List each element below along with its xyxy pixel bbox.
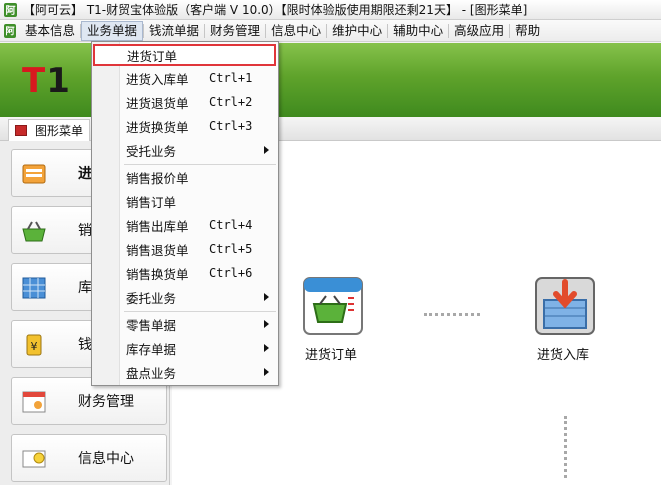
dd-sales-quote[interactable]: 销售报价单 [92, 166, 278, 188]
dd-label: 盘点业务 [126, 365, 177, 381]
dd-shortcut: Ctrl+3 [209, 119, 253, 133]
warehouse-icon [22, 277, 46, 299]
dd-label: 进货退货单 [126, 95, 189, 111]
submenu-arrow-icon [264, 146, 269, 154]
menu-auxiliary[interactable]: 辅助中心 [388, 21, 448, 41]
submenu-arrow-icon [264, 344, 269, 352]
nav-label: 进 [78, 166, 92, 182]
dd-sales-return[interactable]: 销售退货单 Ctrl+5 [92, 238, 278, 260]
dd-shortcut: Ctrl+5 [209, 242, 253, 256]
menu-app-icon[interactable]: 阿 [4, 23, 16, 38]
menu-business-documents[interactable]: 业务单据 [81, 20, 144, 41]
dd-stocktake[interactable]: 盘点业务 [92, 361, 278, 383]
close-tab-icon[interactable] [15, 125, 27, 136]
stock-in-icon[interactable] [534, 274, 596, 336]
flow-label-purchase-order: 进货订单 [305, 348, 358, 363]
title-bar: 阿 【阿可云】 T1-财贸宝体验版（客户端 V 10.0）【限时体验版使用期限还… [0, 0, 661, 20]
submenu-arrow-icon [264, 293, 269, 301]
business-documents-dropdown: 进货订单 进货入库单 Ctrl+1 进货退货单 Ctrl+2 进货换货单 Ctr… [91, 41, 279, 386]
dd-shortcut: Ctrl+4 [209, 218, 253, 232]
menu-cashflow-documents[interactable]: 钱流单据 [144, 21, 204, 41]
dd-label: 销售订单 [126, 194, 177, 210]
nav-label: 钱 [78, 337, 92, 353]
lightbulb-icon [22, 450, 46, 468]
dd-retail-documents[interactable]: 零售单据 [92, 313, 278, 335]
finance-chart-icon [22, 391, 46, 413]
purchase-basket-icon [22, 164, 46, 184]
tab-graphic-menu[interactable]: 图形菜单 [8, 119, 91, 141]
menu-info-center[interactable]: 信息中心 [266, 21, 326, 41]
basket-icon [22, 221, 46, 242]
menu-bar: 阿 基本信息 业务单据 钱流单据 财务管理 信息中心 维护中心 辅助中心 高级应… [0, 20, 661, 42]
dd-label: 进货入库单 [126, 71, 189, 87]
dd-label: 销售换货单 [126, 266, 189, 282]
dd-shortcut: Ctrl+6 [209, 266, 253, 280]
dd-inventory-documents[interactable]: 库存单据 [92, 337, 278, 359]
dd-label: 进货换货单 [126, 119, 189, 135]
menu-maintenance[interactable]: 维护中心 [327, 21, 387, 41]
dd-label: 销售出库单 [126, 218, 189, 234]
dd-label: 进货订单 [127, 48, 178, 64]
nav-label: 财务管理 [78, 394, 134, 410]
dd-sales-exchange[interactable]: 销售换货单 Ctrl+6 [92, 262, 278, 284]
menu-separator [124, 311, 276, 312]
svg-text:¥: ¥ [31, 340, 38, 353]
dd-label: 零售单据 [126, 317, 177, 333]
dd-shortcut: Ctrl+2 [209, 95, 253, 109]
purchase-order-icon[interactable] [302, 274, 364, 336]
flow-label-stock-in: 进货入库 [537, 348, 590, 363]
dd-entrusted-business[interactable]: 委托业务 [92, 286, 278, 308]
menu-basic-info[interactable]: 基本信息 [20, 21, 80, 41]
nav-label: 信息中心 [78, 451, 134, 467]
submenu-arrow-icon [264, 368, 269, 376]
dd-label: 销售报价单 [126, 170, 189, 186]
dd-purchase-return[interactable]: 进货退货单 Ctrl+2 [92, 91, 278, 113]
dd-sales-out[interactable]: 销售出库单 Ctrl+4 [92, 214, 278, 236]
window-title: 【阿可云】 T1-财贸宝体验版（客户端 V 10.0）【限时体验版使用期限还剩2… [23, 3, 528, 17]
product-logo: T1 [22, 61, 71, 101]
dd-sales-order[interactable]: 销售订单 [92, 190, 278, 212]
tab-label: 图形菜单 [35, 124, 84, 138]
menu-help[interactable]: 帮助 [510, 21, 545, 41]
menu-separator [124, 164, 276, 165]
nav-info-center[interactable]: 信息中心 [11, 434, 167, 482]
flow-connector [424, 313, 480, 316]
menu-advanced[interactable]: 高级应用 [449, 21, 509, 41]
money-bag-icon: ¥ [26, 334, 42, 356]
dd-purchase-order[interactable]: 进货订单 [93, 44, 276, 66]
dd-purchase-in[interactable]: 进货入库单 Ctrl+1 [92, 67, 278, 89]
nav-label: 库 [78, 280, 92, 296]
dd-label: 委托业务 [126, 290, 177, 306]
dd-purchase-exchange[interactable]: 进货换货单 Ctrl+3 [92, 115, 278, 137]
menu-finance[interactable]: 财务管理 [205, 21, 265, 41]
app-logo-icon: 阿 [4, 2, 17, 17]
flow-connector [564, 416, 567, 478]
dd-label: 库存单据 [126, 341, 177, 357]
submenu-arrow-icon [264, 320, 269, 328]
dd-consigned-business[interactable]: 受托业务 [92, 139, 278, 161]
dd-shortcut: Ctrl+1 [209, 71, 253, 85]
nav-label: 销 [78, 223, 92, 239]
dd-label: 销售退货单 [126, 242, 189, 258]
dd-label: 受托业务 [126, 143, 177, 159]
